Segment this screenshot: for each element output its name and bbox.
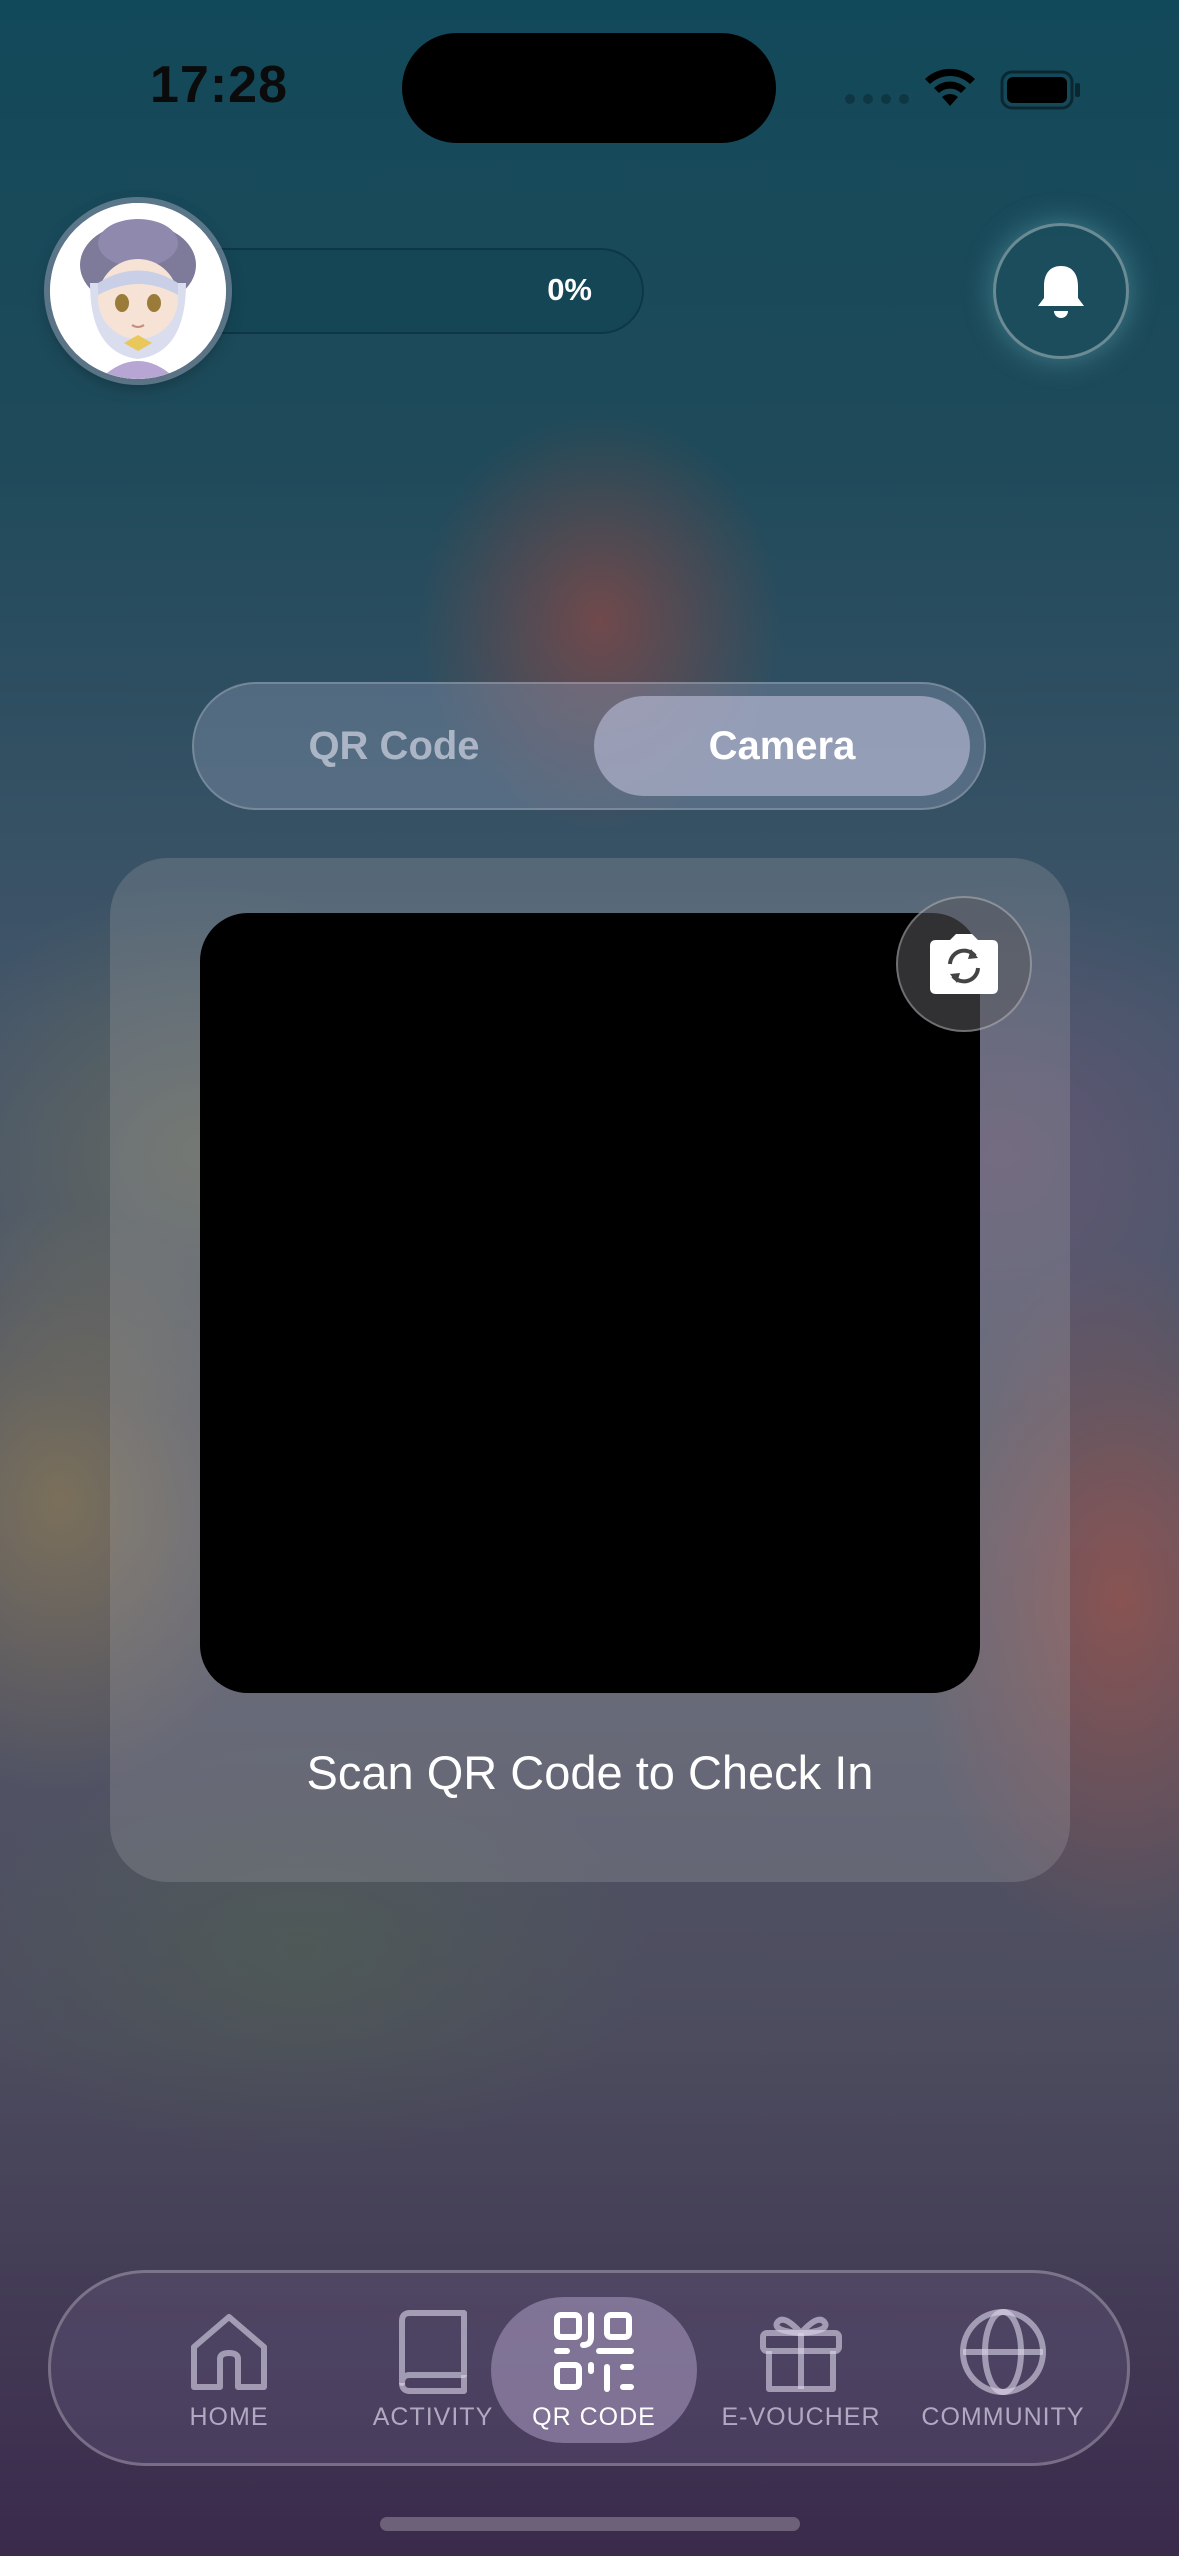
switch-camera-button[interactable] <box>896 896 1032 1032</box>
home-icon <box>191 2314 267 2390</box>
tab-label-qr-code: QR CODE <box>532 2403 656 2431</box>
avatar[interactable] <box>50 203 226 379</box>
wifi-icon <box>925 68 975 106</box>
book-icon <box>399 2310 467 2394</box>
status-time: 17:28 <box>150 56 288 114</box>
camera-flip-icon <box>930 934 998 994</box>
tab-community[interactable]: COMMUNITY <box>903 2273 1103 2463</box>
battery-icon <box>1000 70 1080 110</box>
tab-label-activity: ACTIVITY <box>372 2403 494 2431</box>
camera-viewfinder[interactable] <box>200 913 980 1693</box>
bottom-tab-bar: HOME ACTIVITY QR CODE E-VOUCHER COMMUNIT… <box>48 2270 1130 2466</box>
globe-icon <box>960 2309 1046 2395</box>
tab-label-community: COMMUNITY <box>921 2403 1085 2431</box>
qr-code-icon <box>554 2312 634 2392</box>
notification-button[interactable] <box>993 223 1129 359</box>
tab-home[interactable]: HOME <box>129 2273 329 2463</box>
scan-caption: Scan QR Code to Check In <box>306 1746 874 1799</box>
tab-label-e-voucher: E-VOUCHER <box>721 2403 881 2431</box>
cellular-signal-icon <box>845 94 909 104</box>
gift-icon <box>760 2316 842 2392</box>
tab-camera[interactable]: Camera <box>594 696 970 796</box>
dynamic-island <box>402 33 776 143</box>
tab-qr-code[interactable]: QR Code <box>194 684 594 808</box>
home-indicator <box>380 2517 800 2531</box>
tab-qr-code-nav[interactable]: QR CODE <box>491 2273 697 2463</box>
scan-mode-toggle: QR Code Camera <box>192 682 986 810</box>
bell-icon <box>1038 266 1084 318</box>
tab-e-voucher[interactable]: E-VOUCHER <box>701 2273 901 2463</box>
avatar-character-icon <box>50 203 226 379</box>
tab-label-home: HOME <box>189 2403 269 2431</box>
progress-percent: 0% <box>547 272 592 307</box>
